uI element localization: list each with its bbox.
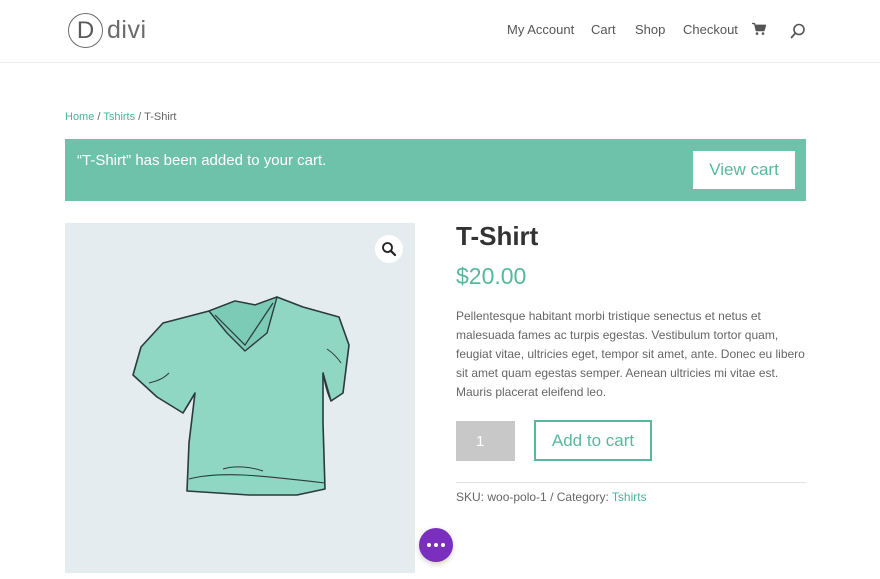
add-to-cart-button[interactable]: Add to cart (534, 420, 652, 461)
dot-icon (427, 543, 431, 547)
cart-notice: “T-Shirt” has been added to your cart. V… (65, 139, 806, 201)
view-cart-button[interactable]: View cart (693, 151, 795, 189)
search-icon[interactable] (790, 23, 806, 39)
nav-shop[interactable]: Shop (635, 22, 665, 37)
magnifier-icon (382, 242, 397, 257)
nav-my-account[interactable]: My Account (507, 22, 574, 37)
product-description: Pellentesque habitant morbi tristique se… (456, 309, 805, 399)
nav-checkout[interactable]: Checkout (683, 22, 738, 37)
breadcrumb-separator: / (94, 111, 104, 123)
category-label: Category: (556, 490, 609, 504)
sku-value: woo-polo-1 (487, 490, 547, 504)
nav-cart[interactable]: Cart (591, 22, 616, 37)
breadcrumb-home-link[interactable]: Home (65, 111, 94, 123)
product-title: T-Shirt (456, 221, 539, 251)
meta-separator: / (546, 490, 557, 504)
site-logo[interactable]: D divi (68, 12, 147, 49)
site-header: D divi My Account Cart Shop Checkout (0, 0, 880, 63)
breadcrumb-current: T-Shirt (144, 111, 177, 123)
logo-mark: D (68, 13, 103, 48)
meta-divider (456, 482, 806, 483)
logo-text: divi (107, 16, 147, 44)
cart-icon[interactable] (752, 22, 766, 36)
breadcrumb-separator: / (135, 111, 145, 123)
notice-message: “T-Shirt” has been added to your cart. (77, 152, 327, 169)
dot-icon (434, 543, 438, 547)
product-image[interactable] (65, 223, 415, 573)
zoom-button[interactable] (375, 235, 403, 263)
category-link[interactable]: Tshirts (612, 490, 647, 504)
builder-menu-button[interactable] (419, 528, 453, 562)
breadcrumb-category-link[interactable]: Tshirts (103, 111, 135, 123)
sku-label: SKU: (456, 490, 485, 504)
product-price: $20.00 (456, 263, 527, 289)
quantity-input[interactable] (456, 421, 515, 461)
product-meta: SKU: woo-polo-1 / Category: Tshirts (456, 490, 647, 504)
tshirt-illustration (132, 296, 350, 496)
breadcrumb: Home / Tshirts / T-Shirt (65, 111, 177, 123)
dot-icon (441, 543, 445, 547)
